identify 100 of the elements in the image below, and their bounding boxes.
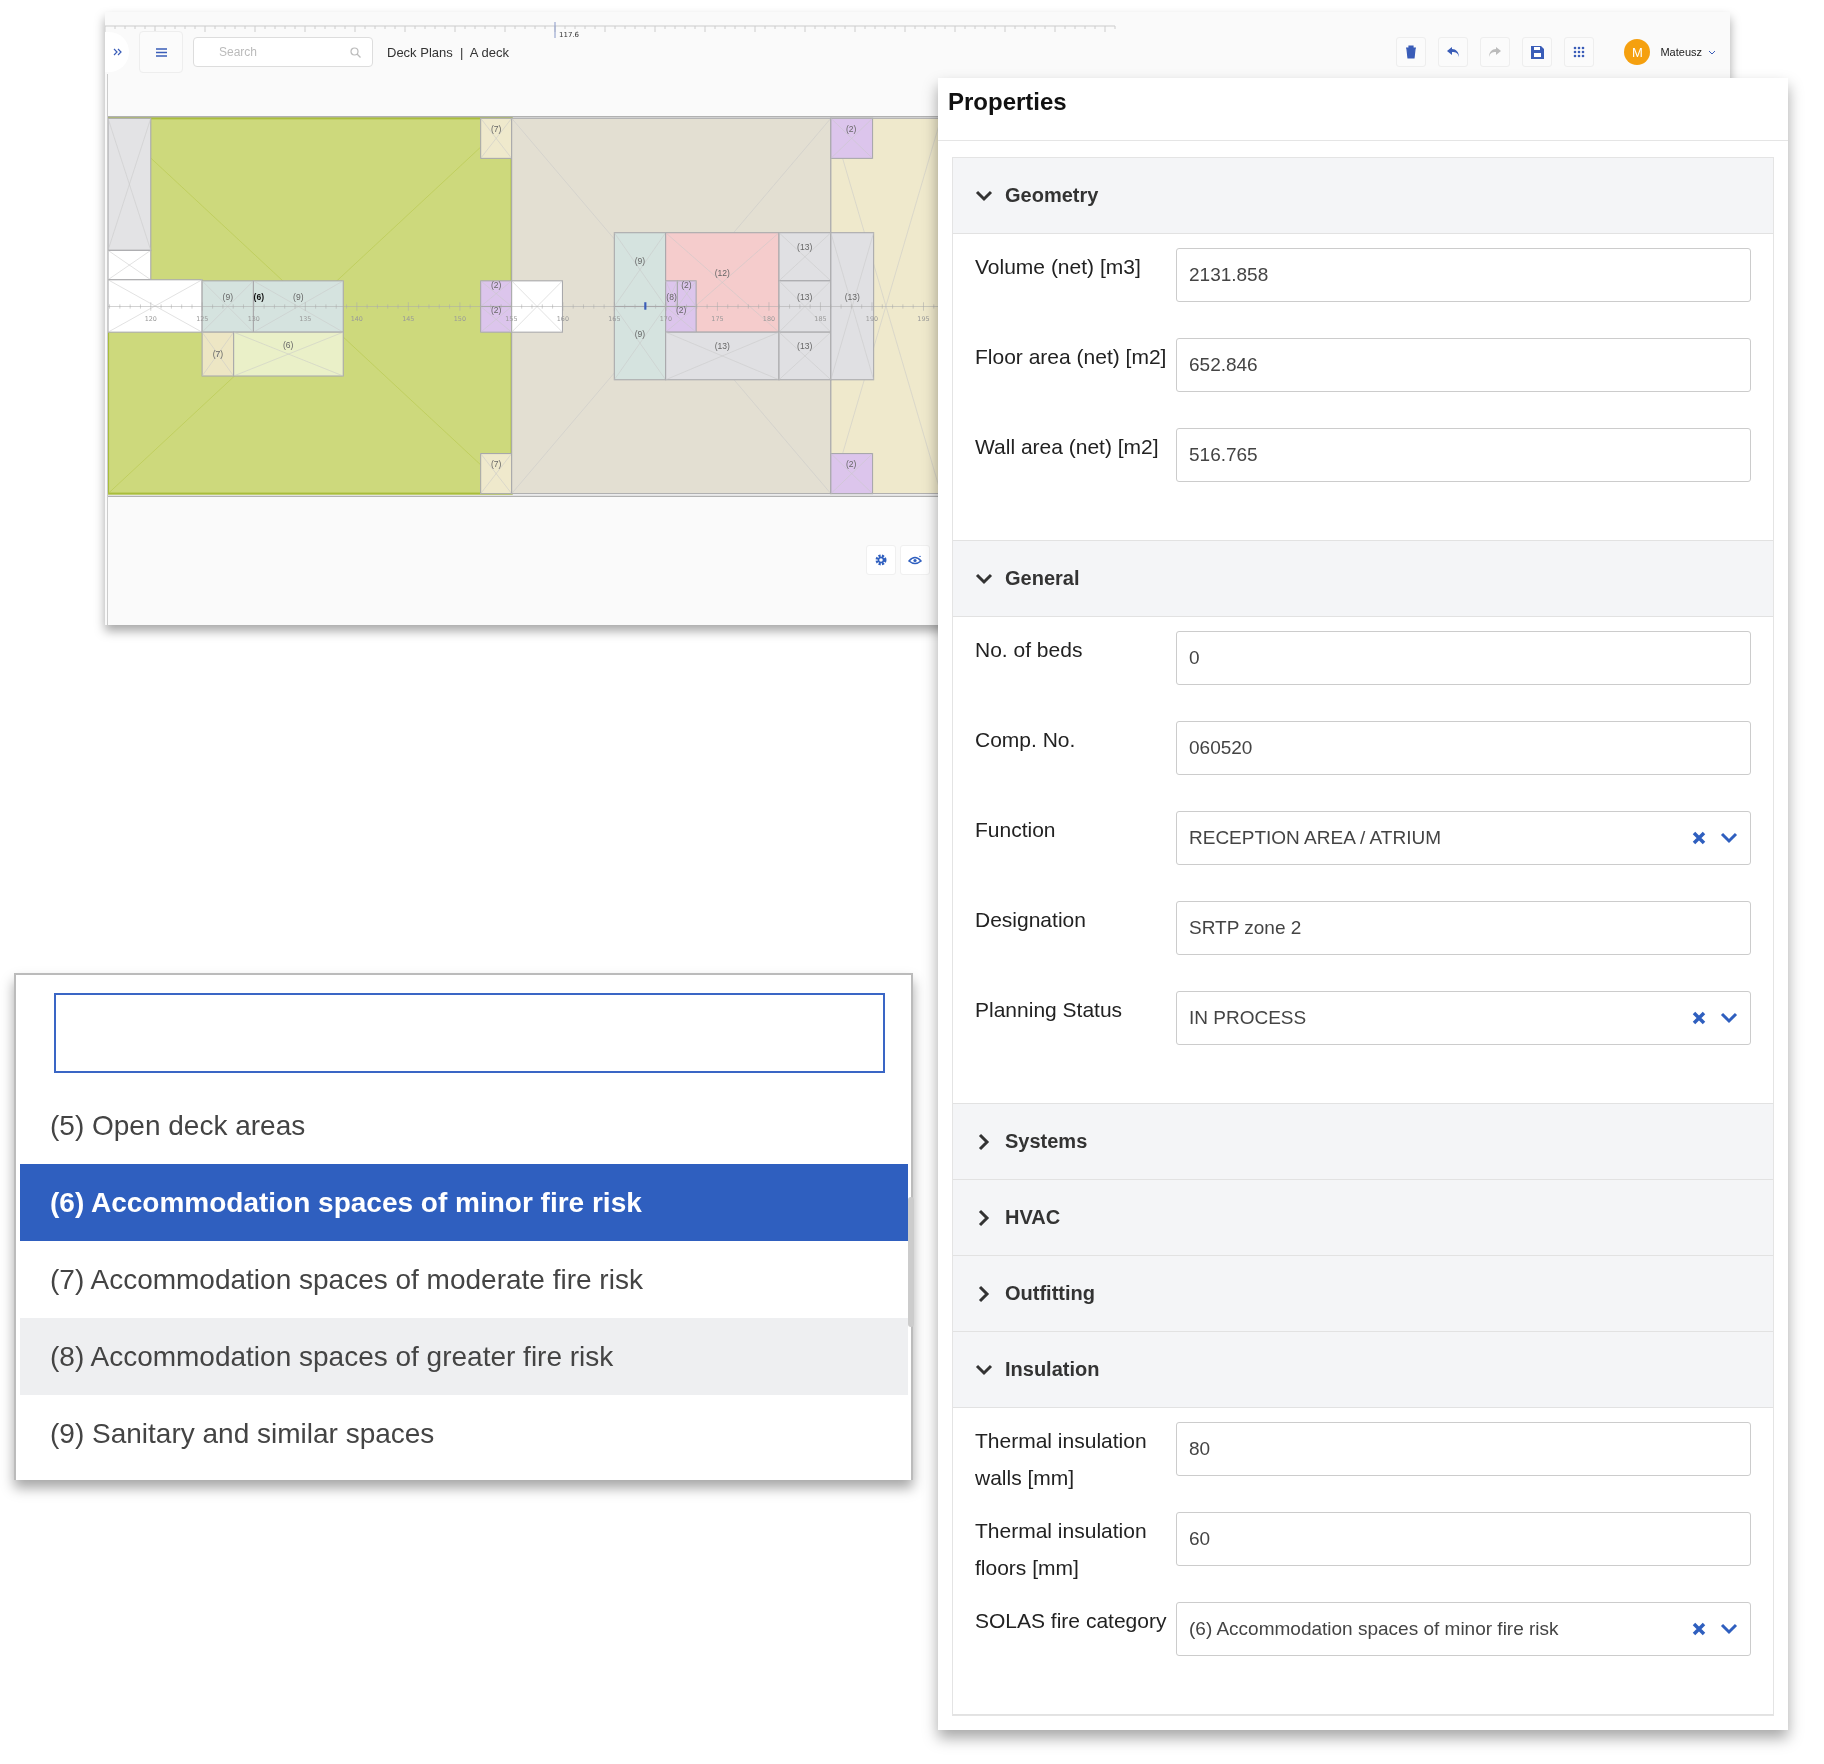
room-label: (7): [490, 123, 502, 134]
field-label: Thermal insulation floors [mm]: [975, 1518, 1148, 1581]
room-label: (6): [282, 339, 294, 350]
room-label: (2): [681, 279, 692, 290]
selected-value: RECEPTION AREA / ATRIUM: [1189, 827, 1442, 849]
save-icon: [1530, 45, 1544, 59]
input-field[interactable]: 80: [1176, 1422, 1751, 1476]
field-label: Thermal insulation walls [mm]: [975, 1428, 1148, 1491]
user-name[interactable]: Mateusz: [1660, 46, 1702, 58]
apps-button[interactable]: [1564, 37, 1595, 67]
menu-button[interactable]: [139, 31, 183, 73]
search-field[interactable]: [54, 993, 885, 1073]
settings-button[interactable]: [866, 545, 896, 575]
undo-button[interactable]: [1438, 37, 1469, 67]
field-label: Function: [975, 817, 1057, 843]
breadcrumb: Deck Plans | A deck: [387, 44, 509, 60]
room[interactable]: [108, 249, 152, 281]
clear-icon[interactable]: [1692, 831, 1706, 845]
room-label: (2): [490, 304, 502, 315]
dropdown-option[interactable]: (8) Accommodation spaces of greater fire risk: [20, 1318, 908, 1395]
room-label: (12): [714, 268, 730, 278]
room-label: (13): [844, 292, 860, 303]
room-label: (13): [797, 341, 813, 352]
room[interactable]: [613, 232, 667, 308]
room[interactable]: [830, 117, 874, 159]
clear-icon[interactable]: [1692, 1622, 1706, 1636]
chevron-down-icon[interactable]: [1720, 832, 1738, 844]
field-label: Wall area (net) [m2]: [975, 434, 1160, 460]
chevron-down-icon[interactable]: [1720, 1012, 1738, 1024]
field-label: Designation: [975, 907, 1087, 933]
delete-button[interactable]: [1396, 37, 1427, 67]
room-label: (9): [222, 292, 233, 303]
room[interactable]: [778, 331, 832, 381]
room[interactable]: [778, 280, 832, 333]
room-label: (8): [666, 292, 677, 303]
field-label: Volume (net) [m3]: [975, 254, 1142, 280]
select-field[interactable]: (6) Accommodation spaces of minor fire risk: [1176, 1602, 1751, 1656]
room-label: (2): [490, 279, 502, 290]
field-label: Planning Status: [975, 997, 1124, 1023]
expand-button[interactable]: [105, 32, 129, 72]
room-label: (9): [634, 255, 646, 266]
grid-icon: [1573, 46, 1586, 58]
select-field[interactable]: RECEPTION AREA / ATRIUM: [1176, 811, 1751, 865]
field-label: Floor area (net) [m2]: [975, 344, 1168, 370]
clear-icon[interactable]: [1692, 1011, 1706, 1025]
redo-icon: [1488, 46, 1503, 58]
room-label: (2): [675, 304, 687, 315]
input-field[interactable]: 0: [1176, 631, 1751, 685]
caret-icon: [1708, 49, 1716, 55]
room-label: (2): [845, 123, 857, 134]
room[interactable]: [676, 280, 697, 308]
input-field[interactable]: 060520: [1176, 721, 1751, 775]
eye-icon: [908, 555, 922, 565]
section-header[interactable]: General: [953, 541, 1773, 617]
input-field[interactable]: 2131.858: [1176, 248, 1751, 302]
input-field[interactable]: 60: [1176, 1512, 1751, 1566]
panel-title: Properties: [938, 78, 1788, 141]
room-label: (9): [634, 329, 646, 339]
save-button[interactable]: [1522, 37, 1553, 67]
section-header[interactable]: Insulation: [953, 1332, 1773, 1408]
field-label: SOLAS fire category: [975, 1608, 1168, 1634]
room[interactable]: [665, 280, 678, 308]
room[interactable]: [480, 280, 513, 308]
field-label: Comp. No.: [975, 727, 1077, 753]
select-field[interactable]: IN PROCESS: [1176, 991, 1751, 1045]
input-field[interactable]: 516.765: [1176, 428, 1751, 482]
field-label: No. of beds: [975, 637, 1084, 663]
room[interactable]: [778, 232, 832, 282]
section-header[interactable]: HVAC: [953, 1180, 1773, 1256]
room-label: (13): [797, 292, 813, 303]
room-label: (9): [293, 292, 304, 303]
chevron-down-icon[interactable]: [1720, 1623, 1738, 1635]
section-header[interactable]: Geometry: [953, 158, 1773, 234]
room[interactable]: [830, 453, 874, 495]
room-label: (13): [714, 341, 730, 352]
room-label: (2): [845, 458, 857, 469]
dropdown-option[interactable]: (6) Accommodation spaces of minor fire risk: [20, 1164, 908, 1241]
section-header[interactable]: Systems: [953, 1104, 1773, 1180]
trash-icon: [1405, 45, 1418, 59]
double-chevron-icon: [112, 48, 122, 56]
room-label: (7): [490, 458, 502, 469]
room[interactable]: [233, 331, 344, 377]
input-field[interactable]: SRTP zone 2: [1176, 901, 1751, 955]
room-label: (7): [212, 348, 224, 359]
room-label: (6): [253, 292, 264, 303]
section-header[interactable]: Outfitting: [953, 1256, 1773, 1332]
selected-value: IN PROCESS: [1189, 1007, 1308, 1029]
room[interactable]: [108, 117, 152, 251]
room[interactable]: [480, 117, 513, 159]
room[interactable]: [201, 331, 235, 377]
input-field[interactable]: 652.846: [1176, 338, 1751, 392]
room-label: (13): [797, 241, 813, 252]
menu-icon: [155, 47, 167, 57]
position-marker: [644, 302, 647, 310]
search-icon: [350, 47, 361, 58]
room[interactable]: [665, 331, 780, 381]
room[interactable]: [480, 453, 513, 495]
visibility-button[interactable]: [900, 545, 930, 575]
undo-icon: [1446, 46, 1461, 58]
selected-value: (6) Accommodation spaces of minor fire risk: [1189, 1618, 1560, 1640]
